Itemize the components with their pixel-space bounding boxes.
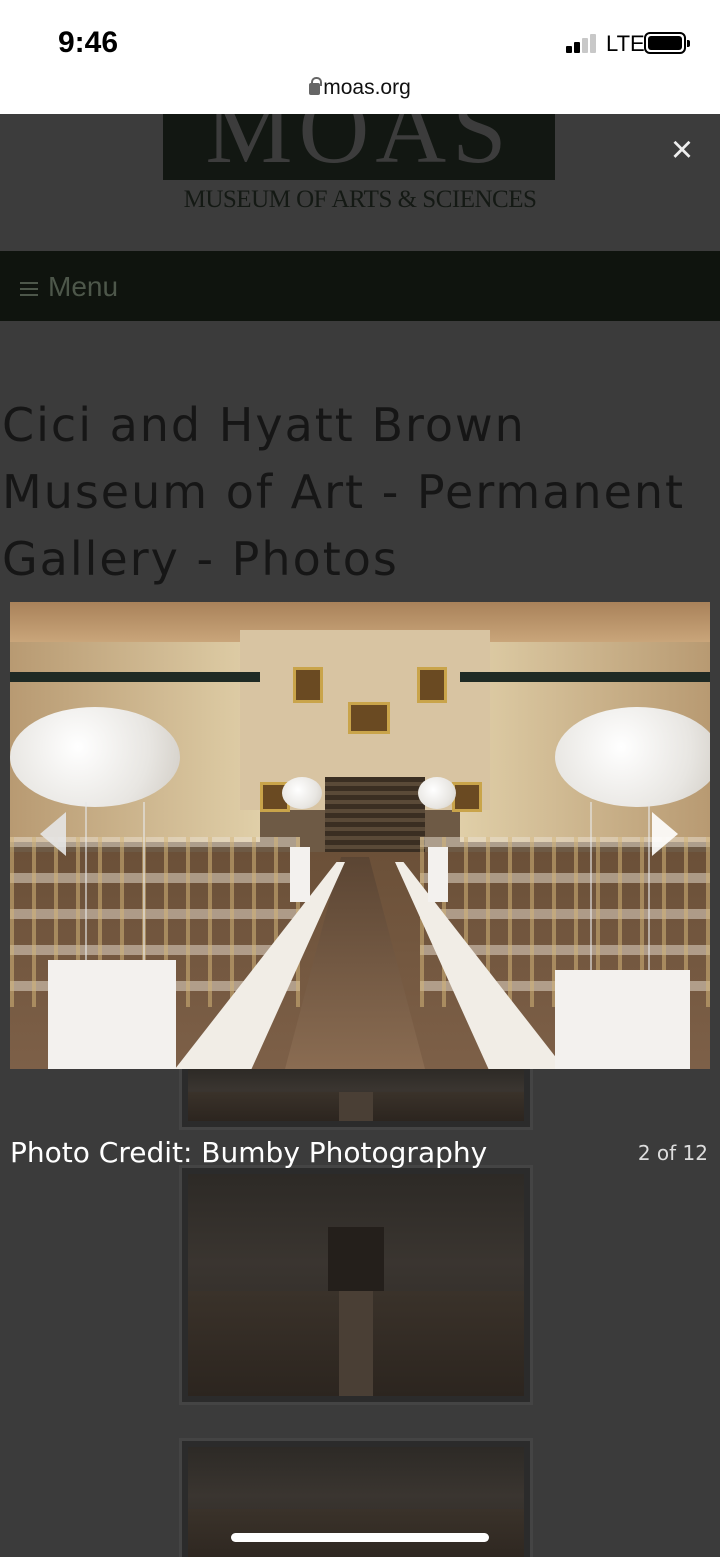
page-title: Cici and Hyatt Brown Museum of Art - Per… [2, 398, 686, 586]
lock-icon [309, 77, 323, 95]
gallery-thumbnail[interactable] [179, 1060, 533, 1130]
menu-label: Menu [48, 271, 119, 302]
status-bar: 9:46 LTE [0, 0, 720, 70]
url-display[interactable]: moas.org [0, 76, 720, 100]
battery-icon [644, 32, 690, 54]
status-time: 9:46 [58, 26, 119, 59]
site-header: MOAS MUSEUM OF ARTS & SCIENCES [0, 114, 720, 251]
lightbox-image[interactable] [10, 602, 710, 1069]
home-indicator[interactable] [231, 1533, 489, 1542]
page: 9:46 LTE moas.org MOAS MUSEUM OF ARTS & … [0, 0, 720, 1557]
menu-toggle[interactable]: Menu [20, 271, 118, 303]
cellular-signal-icon [566, 33, 602, 53]
previous-photo-arrow-icon[interactable] [40, 812, 66, 856]
hamburger-icon [20, 282, 38, 296]
site-menu-bar[interactable]: Menu [0, 251, 720, 321]
site-logo[interactable]: MOAS [163, 114, 555, 180]
network-type: LTE [606, 31, 645, 56]
lightbox-close-button[interactable]: × [664, 130, 700, 170]
logo-text: MOAS [205, 114, 513, 180]
next-photo-arrow-icon[interactable] [652, 812, 678, 856]
photo-caption: Photo Credit: Bumby Photography [10, 1136, 488, 1169]
logo-subtitle: MUSEUM OF ARTS & SCIENCES [183, 186, 537, 213]
photo-counter: 2 of 12 [637, 1141, 708, 1165]
url-text: moas.org [323, 76, 411, 99]
gallery-thumbnail[interactable] [179, 1165, 533, 1405]
browser-url-bar[interactable]: moas.org [0, 70, 720, 114]
